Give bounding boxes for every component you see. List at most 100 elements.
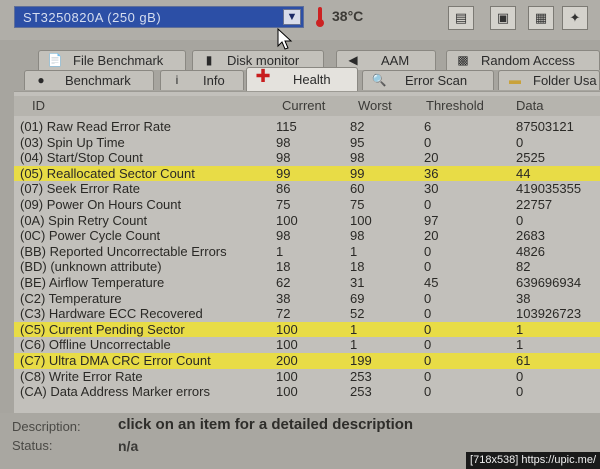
tab-label: File Benchmark xyxy=(73,53,164,68)
cell-threshold: 0 xyxy=(424,196,432,212)
tab-file-benchmark[interactable]: 📄 File Benchmark xyxy=(38,50,186,70)
table-row[interactable]: (04) Start/Stop Count 98 98 20 2525 xyxy=(14,150,600,166)
cell-id: (0C) Power Cycle Count xyxy=(20,228,161,244)
cell-current: 98 xyxy=(276,228,291,244)
copy-text-icon[interactable]: ▤ xyxy=(448,6,474,30)
table-body: (01) Raw Read Error Rate 115 82 6 87503121 (0… xyxy=(14,119,600,400)
col-current[interactable]: Current xyxy=(282,98,325,113)
cell-current: 100 xyxy=(276,212,298,228)
cell-id: (07) Seek Error Rate xyxy=(20,181,140,197)
cell-worst: 82 xyxy=(350,119,365,134)
cell-worst: 98 xyxy=(350,228,365,244)
chevron-down-icon[interactable]: ▼ xyxy=(283,9,301,25)
table-row[interactable]: (BB) Reported Uncorrectable Errors 1 1 0 482… xyxy=(14,244,600,260)
table-row[interactable]: (C6) Offline Uncorrectable 100 1 0 1 xyxy=(14,337,600,353)
table-row[interactable]: (CA) Data Address Marker errors 100 253 0 0 xyxy=(14,384,600,400)
tab-health[interactable]: ✚ Health xyxy=(246,67,358,91)
cell-data: 38 xyxy=(516,290,531,306)
cell-id: (0A) Spin Retry Count xyxy=(20,212,148,228)
table-row[interactable]: (C8) Write Error Rate 100 253 0 0 xyxy=(14,369,600,385)
table-row[interactable]: (09) Power On Hours Count 75 75 0 22757 xyxy=(14,197,600,213)
tab-benchmark[interactable]: ● Benchmark xyxy=(24,70,154,90)
cell-data: 639696934 xyxy=(516,274,582,290)
cell-data: 87503121 xyxy=(516,119,574,134)
table-row[interactable]: (C5) Current Pending Sector 100 1 0 1 xyxy=(14,321,600,338)
search-icon: 🔍 xyxy=(371,73,387,87)
cell-id: (09) Power On Hours Count xyxy=(20,196,182,212)
tab-folder-usage[interactable]: ▬ Folder Usa xyxy=(498,70,600,90)
tab-random-access[interactable]: ▩ Random Access xyxy=(446,50,600,70)
health-icon: ✚ xyxy=(255,66,271,86)
tab-error-scan[interactable]: 🔍 Error Scan xyxy=(362,70,494,90)
cell-id: (BE) Airflow Temperature xyxy=(20,274,165,290)
cell-current: 100 xyxy=(276,368,298,384)
cell-id: (04) Start/Stop Count xyxy=(20,150,143,166)
table-row[interactable]: (0A) Spin Retry Count 100 100 97 0 xyxy=(14,213,600,229)
table-row[interactable]: (05) Reallocated Sector Count 99 99 36 44 xyxy=(14,165,600,182)
cell-current: 18 xyxy=(276,259,291,275)
tab-label: Health xyxy=(293,72,331,87)
drive-select-value: ST3250820A (250 gB) xyxy=(23,10,162,25)
cell-threshold: 30 xyxy=(424,181,439,197)
cell-current: 72 xyxy=(276,306,291,322)
tab-label: Error Scan xyxy=(405,73,468,88)
table-row[interactable]: (C3) Hardware ECC Recovered 72 52 0 10392672… xyxy=(14,306,600,322)
cell-data: 0 xyxy=(516,212,524,228)
cell-data: 2525 xyxy=(516,150,545,166)
cell-current: 38 xyxy=(276,290,291,306)
smart-attributes-table: ID Current Worst Threshold Data (01) Raw… xyxy=(14,91,600,414)
table-row[interactable]: (0C) Power Cycle Count 98 98 20 2683 xyxy=(14,228,600,244)
cell-threshold: 0 xyxy=(424,259,432,275)
cell-data: 44 xyxy=(516,165,531,181)
save-icon[interactable]: ▦ xyxy=(528,6,554,30)
cell-data: 1 xyxy=(516,321,524,337)
cell-threshold: 0 xyxy=(424,321,432,337)
cell-current: 98 xyxy=(276,134,291,150)
col-threshold[interactable]: Threshold xyxy=(426,98,484,113)
cell-data: 82 xyxy=(516,259,531,275)
cell-current: 98 xyxy=(276,150,291,166)
cell-worst: 95 xyxy=(350,134,365,150)
cell-id: (C2) Temperature xyxy=(20,290,122,306)
cell-current: 100 xyxy=(276,321,298,337)
cell-data: 4826 xyxy=(516,243,545,259)
tab-info[interactable]: i Info xyxy=(160,70,244,90)
cell-worst: 99 xyxy=(350,165,365,181)
cell-threshold: 36 xyxy=(424,165,439,181)
tab-label: Folder Usa xyxy=(533,73,597,88)
cell-worst: 1 xyxy=(350,321,358,337)
cell-threshold: 45 xyxy=(424,274,439,290)
table-row[interactable]: (C2) Temperature 38 69 0 38 xyxy=(14,291,600,307)
table-row[interactable]: (01) Raw Read Error Rate 115 82 6 87503121 xyxy=(14,119,600,135)
drive-select[interactable]: ST3250820A (250 gB) ▼ xyxy=(14,6,304,28)
cell-current: 200 xyxy=(276,352,298,368)
cell-worst: 199 xyxy=(350,352,372,368)
cell-id: (C5) Current Pending Sector xyxy=(20,321,185,337)
table-row[interactable]: (07) Seek Error Rate 86 60 30 419035355 xyxy=(14,181,600,197)
file-benchmark-icon: 📄 xyxy=(47,53,63,67)
col-worst[interactable]: Worst xyxy=(358,98,392,113)
cell-current: 100 xyxy=(276,337,298,353)
cell-worst: 100 xyxy=(350,212,372,228)
cell-data: 1 xyxy=(516,337,524,353)
table-row[interactable]: (C7) Ultra DMA CRC Error Count 200 199 0 61 xyxy=(14,352,600,369)
col-id[interactable]: ID xyxy=(32,98,45,113)
status-label: Status: xyxy=(12,438,53,453)
cell-current: 86 xyxy=(276,181,291,197)
random-access-icon: ▩ xyxy=(457,53,469,67)
cell-data: 0 xyxy=(516,384,524,400)
watermark: [718x538] https://upic.me/ xyxy=(466,452,600,469)
table-row[interactable]: (BD) (unknown attribute) 18 18 0 82 xyxy=(14,259,600,275)
col-data[interactable]: Data xyxy=(516,98,543,113)
cell-id: (C3) Hardware ECC Recovered xyxy=(20,306,203,322)
cell-data: 0 xyxy=(516,368,524,384)
cell-threshold: 0 xyxy=(424,290,432,306)
hdtune-window: ST3250820A (250 gB) ▼ 38°C ▤ ▣ ▦ ✦ 📄 Fil… xyxy=(0,0,600,469)
table-row[interactable]: (BE) Airflow Temperature 62 31 45 639696934 xyxy=(14,275,600,291)
tab-label: Random Access xyxy=(481,53,575,68)
mouse-cursor-icon xyxy=(277,28,293,50)
toolbar: ST3250820A (250 gB) ▼ 38°C ▤ ▣ ▦ ✦ xyxy=(0,0,600,50)
table-row[interactable]: (03) Spin Up Time 98 95 0 0 xyxy=(14,135,600,151)
options-icon[interactable]: ✦ xyxy=(562,6,588,30)
copy-screenshot-icon[interactable]: ▣ xyxy=(490,6,516,30)
